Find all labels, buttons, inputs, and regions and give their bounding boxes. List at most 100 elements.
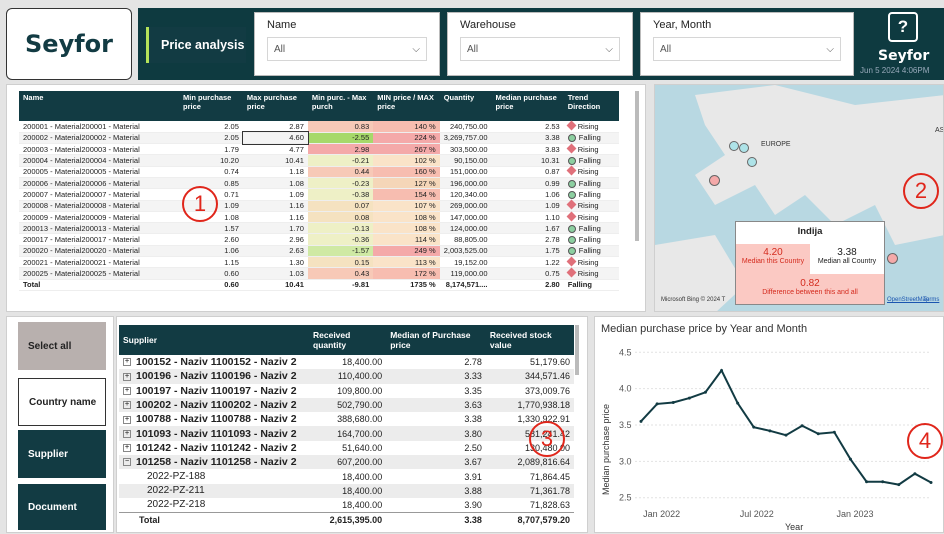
table-cell: -0.38 bbox=[307, 188, 374, 201]
column-header[interactable]: Max purchase price bbox=[242, 91, 308, 121]
column-header[interactable]: Quantity bbox=[439, 91, 492, 121]
x-tick-label: Jan 2022 bbox=[643, 509, 680, 519]
data-point[interactable] bbox=[671, 400, 675, 404]
table-cell: 2.78 bbox=[464, 357, 482, 368]
table-row[interactable]: −101258 - Naziv 1101258 - Naziv 2 607,200… bbox=[119, 455, 574, 470]
table-row[interactable]: 200025 - Material200025 - Material 0.60 1.… bbox=[19, 267, 619, 280]
data-point[interactable] bbox=[897, 483, 901, 487]
data-point[interactable] bbox=[703, 390, 707, 394]
table-cell: 1.70 bbox=[242, 222, 308, 235]
table-cell: 200007 - Material200007 - Material bbox=[19, 188, 179, 201]
column-header[interactable]: Median purchase price bbox=[491, 91, 564, 121]
table-row[interactable]: 2022-PZ-218 18,400.00 3.90 71,828.63 bbox=[119, 498, 574, 512]
table-row[interactable]: 200021 - Material200021 - Material 1.15 1.… bbox=[19, 256, 619, 269]
expand-icon[interactable]: + bbox=[123, 401, 131, 410]
annotation-badge: 3 bbox=[529, 421, 565, 457]
country-name-button[interactable]: Country name bbox=[18, 378, 106, 426]
collapse-icon[interactable]: − bbox=[123, 458, 131, 467]
table-row[interactable]: 200013 - Material200013 - Material 1.57 1.… bbox=[19, 222, 619, 235]
column-header[interactable]: Min purc. - Max purch bbox=[307, 91, 374, 121]
table-row[interactable]: 200020 - Material200020 - Material 1.06 2.… bbox=[19, 245, 619, 258]
table-row[interactable]: 2022-PZ-188 18,400.00 3.91 71,864.45 bbox=[119, 469, 574, 483]
column-header[interactable]: Received quantity bbox=[309, 325, 387, 355]
map-credits: Microsoft Bing © 2024 T bbox=[661, 297, 726, 303]
data-point[interactable] bbox=[865, 480, 869, 484]
scrollbar[interactable] bbox=[635, 91, 639, 241]
table-row[interactable]: 200006 - Material200006 - Material 0.85 1.… bbox=[19, 177, 619, 190]
column-header[interactable]: Median of Purchase price bbox=[386, 325, 486, 355]
table-row[interactable]: 200017 - Material200017 - Material 2.60 2.… bbox=[19, 233, 619, 246]
data-point[interactable] bbox=[687, 396, 691, 400]
scrollbar[interactable] bbox=[575, 325, 579, 375]
trend-label: Falling bbox=[578, 235, 601, 245]
question-circle-icon[interactable]: ? bbox=[888, 12, 918, 42]
map-point[interactable] bbox=[739, 143, 749, 153]
table-row[interactable]: +100196 - Naziv 1100196 - Naziv 2 110,400… bbox=[119, 369, 574, 384]
expand-icon[interactable]: + bbox=[123, 358, 131, 367]
column-header[interactable]: Name bbox=[19, 91, 179, 121]
supplier-button[interactable]: Supplier bbox=[18, 430, 106, 478]
data-point[interactable] bbox=[639, 419, 643, 423]
table-row[interactable]: 200005 - Material200005 - Material 0.74 1.… bbox=[19, 165, 619, 178]
table-row[interactable]: +101093 - Naziv 1101093 - Naziv 2 164,700… bbox=[119, 426, 574, 441]
data-point[interactable] bbox=[881, 480, 885, 484]
column-header[interactable]: Received stock value bbox=[485, 325, 574, 355]
table-cell: 2.50 bbox=[464, 442, 482, 453]
map-point[interactable] bbox=[729, 141, 739, 151]
table-row[interactable]: +100152 - Naziv 1100152 - Naziv 2 18,400.… bbox=[119, 355, 574, 369]
table-row[interactable]: +100788 - Naziv 1100788 - Naziv 2 388,680… bbox=[119, 412, 574, 426]
table-row[interactable]: +100197 - Naziv 1100197 - Naziv 2 109,800… bbox=[119, 384, 574, 398]
column-header[interactable]: Trend Direction bbox=[563, 91, 619, 121]
data-point[interactable] bbox=[800, 424, 804, 428]
expand-icon[interactable]: + bbox=[123, 372, 131, 381]
rising-icon bbox=[566, 143, 577, 154]
tooltip-value: 4.20 bbox=[763, 247, 783, 258]
document-button[interactable]: Document bbox=[18, 484, 106, 530]
slicer-dropdown[interactable]: All ⌵ bbox=[267, 37, 427, 61]
table-row[interactable]: 200004 - Material200004 - Material 10.20 1… bbox=[19, 154, 619, 167]
expand-icon[interactable]: + bbox=[123, 415, 131, 424]
data-point[interactable] bbox=[816, 432, 820, 436]
table-row[interactable]: 2022-PZ-211 18,400.00 3.88 71,361.78 bbox=[119, 483, 574, 498]
table-row[interactable]: 200007 - Material200007 - Material 0.71 1.… bbox=[19, 188, 619, 201]
expand-icon[interactable]: + bbox=[123, 429, 131, 438]
total-row: Total 2,615,395.00 3.38 8,707,579.20 bbox=[119, 511, 574, 527]
column-header[interactable]: Supplier bbox=[119, 325, 309, 355]
table-row[interactable]: 200002 - Material200002 - Material 2.05 4.… bbox=[19, 131, 619, 145]
data-point[interactable] bbox=[752, 425, 756, 429]
table-row[interactable]: 200003 - Material200003 - Material 1.79 4.… bbox=[19, 143, 619, 156]
slicer-dropdown[interactable]: All ⌵ bbox=[460, 37, 620, 61]
column-header[interactable]: MIN price / MAX price bbox=[373, 91, 440, 121]
expand-icon[interactable]: + bbox=[123, 386, 131, 395]
map-link-terms[interactable]: Terms bbox=[923, 297, 939, 303]
page-tab-price-analysis[interactable]: Price analysis bbox=[146, 27, 246, 63]
select-all-button[interactable]: Select all bbox=[18, 322, 106, 370]
year-month-slicer[interactable]: Year, Month All ⌵ bbox=[640, 12, 854, 76]
data-point[interactable] bbox=[768, 429, 772, 433]
warehouse-slicer[interactable]: Warehouse All ⌵ bbox=[447, 12, 633, 76]
map-point[interactable] bbox=[709, 175, 720, 186]
data-point[interactable] bbox=[736, 401, 740, 405]
table-row[interactable]: 200001 - Material200001 - Material 2.05 2.… bbox=[19, 120, 619, 133]
table-row[interactable]: 200009 - Material200009 - Material 1.08 1.… bbox=[19, 211, 619, 224]
series-line[interactable] bbox=[640, 368, 932, 486]
data-point[interactable] bbox=[832, 430, 836, 434]
data-point[interactable] bbox=[655, 402, 659, 406]
name-slicer[interactable]: Name All ⌵ bbox=[254, 12, 440, 76]
data-point[interactable] bbox=[848, 457, 852, 461]
table-row[interactable]: 200008 - Material200008 - Material 1.09 1.… bbox=[19, 199, 619, 212]
table-cell: 1.30 bbox=[242, 256, 308, 269]
map-panel[interactable]: EUROPE AS 2 Indija 4.20 Median this Coun… bbox=[654, 84, 944, 312]
slicer-dropdown[interactable]: All ⌵ bbox=[653, 37, 841, 61]
data-point[interactable] bbox=[929, 480, 933, 484]
column-header[interactable]: Min purchase price bbox=[179, 91, 243, 121]
map-point[interactable] bbox=[747, 157, 757, 167]
table-cell: 0.99 bbox=[491, 177, 564, 190]
data-point[interactable] bbox=[913, 472, 917, 476]
data-point[interactable] bbox=[720, 368, 724, 372]
table-row[interactable]: +100202 - Naziv 1100202 - Naziv 2 502,790… bbox=[119, 397, 574, 413]
expand-icon[interactable]: + bbox=[123, 444, 131, 453]
map-point[interactable] bbox=[887, 253, 898, 264]
table-row[interactable]: +101242 - Naziv 1101242 - Naziv 2 51,640.… bbox=[119, 441, 574, 455]
data-point[interactable] bbox=[784, 433, 788, 437]
